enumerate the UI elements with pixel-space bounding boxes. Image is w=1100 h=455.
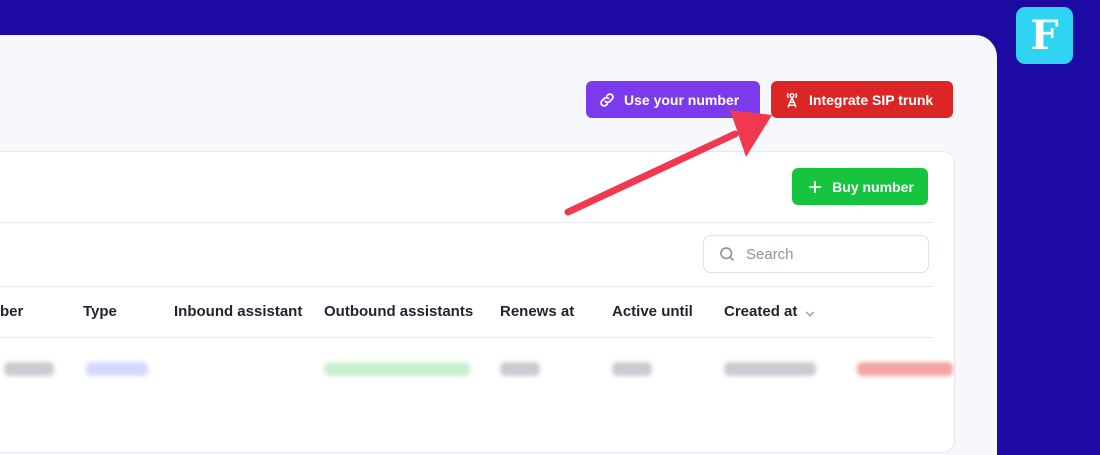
annotation-arrow: [564, 110, 772, 216]
